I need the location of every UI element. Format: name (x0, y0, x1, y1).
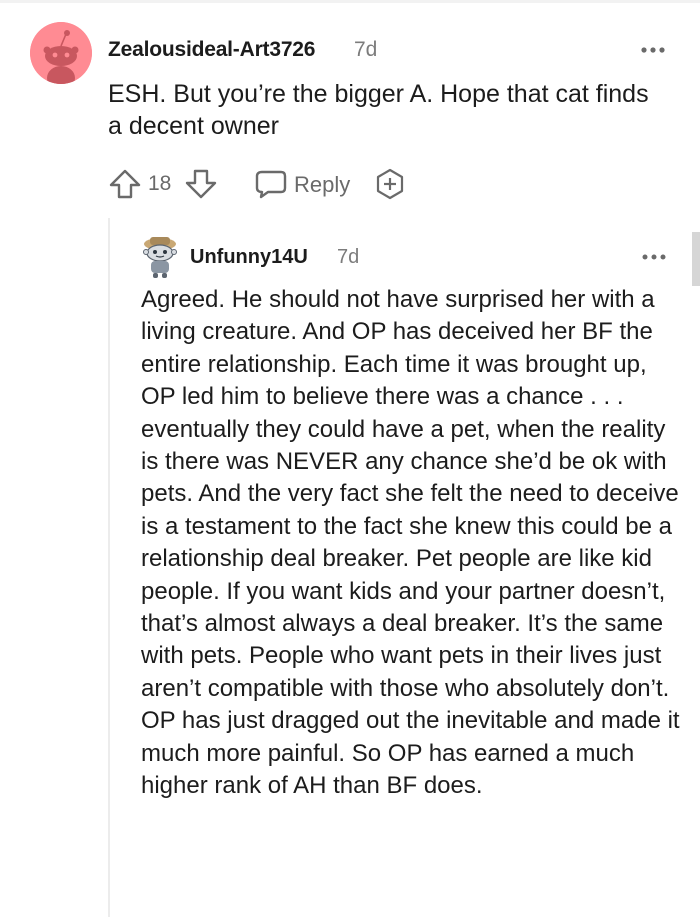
arrow-up-icon (109, 169, 141, 199)
reply-user-avatar[interactable] (139, 235, 181, 279)
comment-author[interactable]: Zealousideal-Art3726 (108, 38, 315, 62)
comment-body: ESH. But you’re the bigger A. Hope that … (108, 80, 649, 140)
reply-author[interactable]: Unfunny14U (190, 246, 308, 269)
divider (0, 0, 700, 3)
downvote-button[interactable] (184, 168, 218, 200)
comment-actions: 18 Reply (108, 166, 428, 202)
reply-button[interactable]: Reply (254, 168, 364, 200)
comment-thread: Zealousideal-Art3726 7d ESH. But you’re … (0, 0, 700, 917)
reply-more-options-button[interactable] (640, 248, 668, 266)
scrollbar[interactable] (692, 232, 700, 286)
reply-timestamp: 7d (337, 246, 360, 268)
more-dots-icon (641, 47, 665, 53)
more-options-button[interactable] (639, 40, 667, 60)
snoo-avatar-with-hat (143, 237, 177, 278)
snoo-avatar-icon (30, 22, 92, 84)
more-dots-icon (642, 254, 666, 260)
user-avatar[interactable] (30, 22, 92, 84)
reply-label: Reply (294, 172, 351, 197)
comment-timestamp: 7d (354, 38, 378, 61)
speech-bubble-icon (255, 170, 287, 199)
award-button[interactable] (374, 168, 406, 200)
award-plus-icon (376, 168, 404, 200)
thread-line[interactable] (108, 218, 110, 917)
vote-score: 18 (148, 172, 172, 195)
upvote-button[interactable] (108, 168, 142, 200)
arrow-down-icon (185, 169, 217, 199)
reply-body: Agreed. He should not have surprised her… (141, 286, 680, 800)
